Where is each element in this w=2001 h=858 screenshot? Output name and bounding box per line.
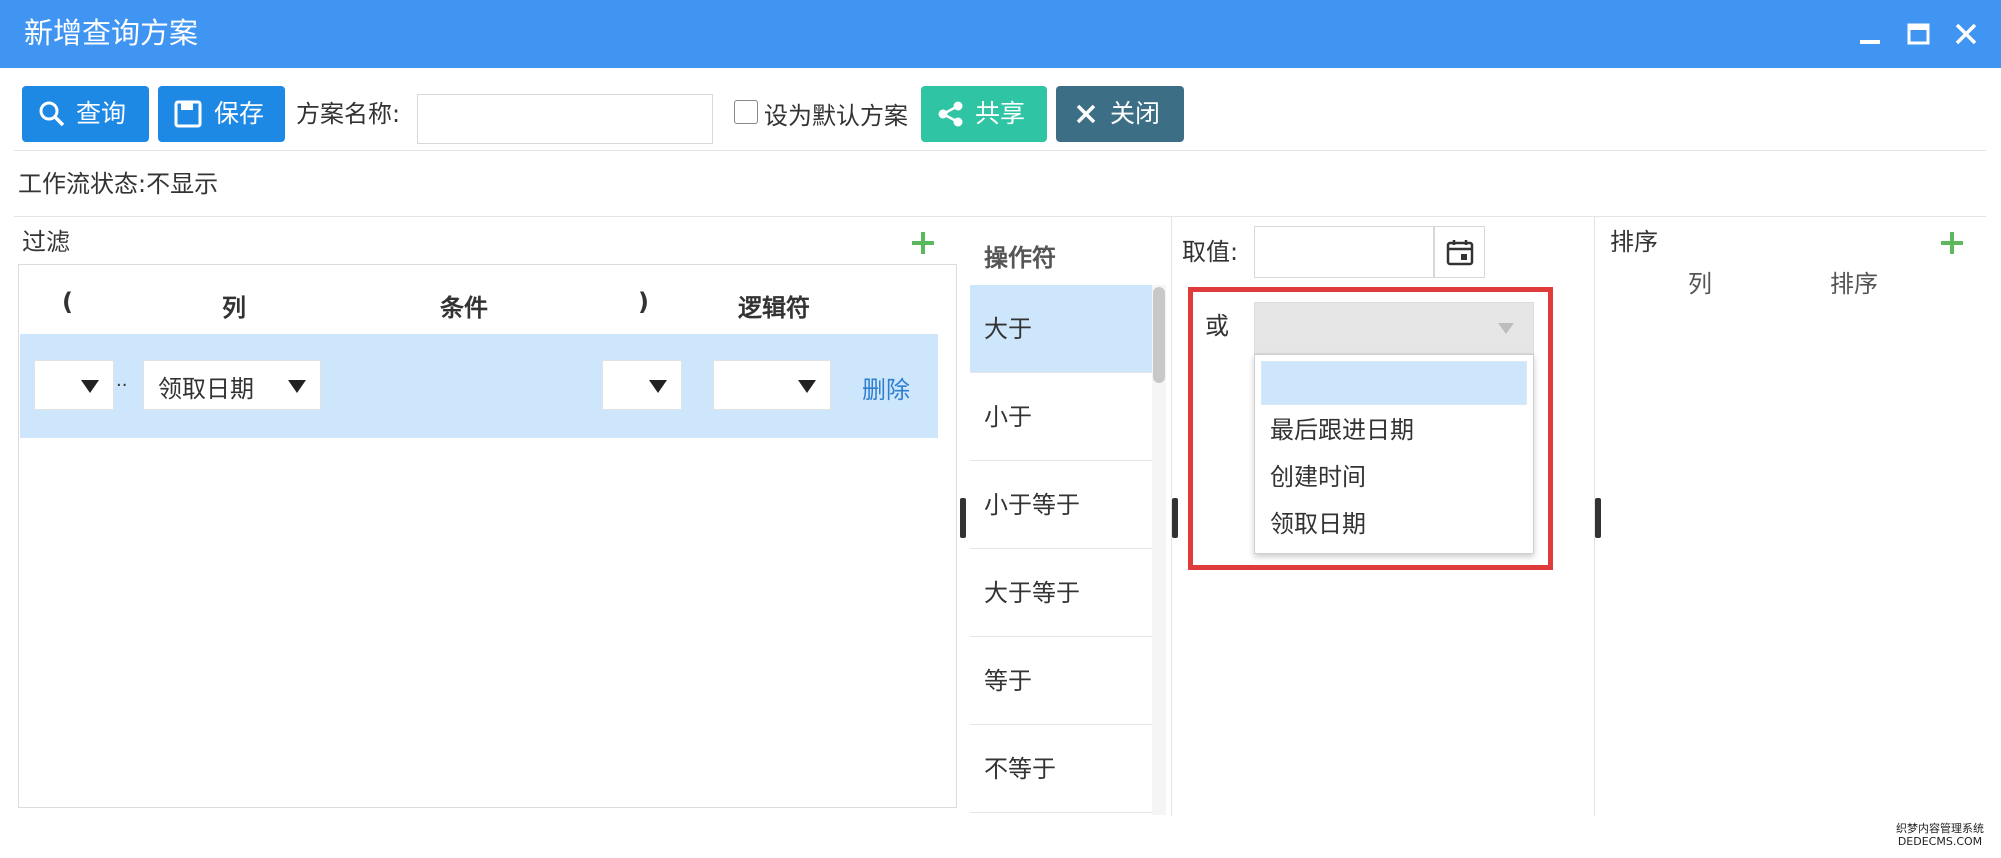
sort-header-column: 列 (1688, 270, 1712, 298)
chevron-down-icon (649, 380, 667, 393)
chevron-down-icon (1498, 323, 1514, 334)
filter-header-open-paren: ( (62, 288, 73, 316)
filter-header-logic: 逻辑符 (738, 294, 810, 322)
splitter-handle[interactable] (960, 498, 966, 538)
scrollbar-thumb[interactable] (1153, 287, 1165, 383)
close-icon (1076, 104, 1096, 124)
window-title: 新增查询方案 (24, 16, 199, 50)
open-paren-select[interactable] (34, 360, 114, 410)
scheme-name-label: 方案名称: (296, 100, 401, 128)
condition-ellipsis: .. (116, 370, 128, 391)
operator-item-less-equal[interactable]: 小于等于 (970, 461, 1152, 549)
sort-header-order: 排序 (1830, 270, 1878, 298)
or-label: 或 (1205, 312, 1229, 340)
chevron-down-icon (81, 380, 99, 393)
filter-header-column: 列 (222, 294, 246, 322)
query-label: 查询 (76, 99, 127, 128)
minimize-icon (1860, 40, 1880, 44)
splitter-handle[interactable] (1172, 498, 1178, 538)
toolbar-divider (14, 150, 1986, 151)
operator-item-not-equal[interactable]: 不等于 (970, 725, 1152, 813)
default-scheme-checkbox[interactable] (734, 100, 758, 124)
filter-header-close-paren: ) (638, 288, 649, 316)
operator-item-equal[interactable]: 等于 (970, 637, 1152, 725)
filter-title: 过滤 (22, 228, 70, 256)
value-label: 取值: (1182, 238, 1239, 266)
or-field-select[interactable] (1254, 302, 1534, 354)
scheme-name-input[interactable] (417, 94, 713, 144)
watermark: 织梦内容管理系统 DEDECMS.COM (1896, 822, 1984, 848)
close-icon (1955, 23, 1977, 45)
filter-header-condition: 条件 (440, 294, 488, 322)
save-label: 保存 (214, 99, 265, 128)
search-icon (39, 101, 65, 127)
add-sort-icon[interactable] (1940, 231, 1964, 255)
default-scheme-label: 设为默认方案 (764, 102, 908, 130)
sort-title: 排序 (1610, 228, 1658, 256)
operator-header: 操作符 (984, 244, 1056, 272)
share-button[interactable]: 共享 (921, 86, 1047, 142)
minimize-button[interactable] (1854, 18, 1886, 50)
dropdown-option-claim-date[interactable]: 领取日期 (1270, 508, 1366, 540)
workflow-status: 工作流状态:不显示 (18, 170, 219, 198)
calendar-icon (1446, 240, 1474, 266)
close-label: 关闭 (1110, 99, 1161, 128)
save-button[interactable]: 保存 (158, 86, 285, 142)
save-icon (174, 100, 202, 128)
maximize-icon (1907, 23, 1930, 45)
operator-item-greater-equal[interactable]: 大于等于 (970, 549, 1152, 637)
share-icon (938, 101, 963, 127)
date-picker-button[interactable] (1434, 226, 1485, 278)
dropdown-option-empty[interactable] (1261, 361, 1527, 405)
maximize-button[interactable] (1902, 18, 1934, 50)
close-paren-select[interactable] (602, 360, 682, 410)
logic-select[interactable] (713, 360, 831, 410)
splitter-handle[interactable] (1595, 498, 1601, 538)
query-button[interactable]: 查询 (22, 86, 149, 142)
section-divider (14, 216, 1986, 217)
operator-item-greater[interactable]: 大于 (970, 285, 1152, 373)
share-label: 共享 (975, 99, 1026, 128)
chevron-down-icon (798, 380, 816, 393)
window-titlebar (0, 0, 2001, 68)
dropdown-option-created-time[interactable]: 创建时间 (1270, 461, 1366, 493)
value-input[interactable] (1254, 226, 1434, 278)
column-select[interactable]: 领取日期 (143, 360, 321, 410)
chevron-down-icon (288, 380, 306, 393)
close-button[interactable]: 关闭 (1056, 86, 1184, 142)
dropdown-option-last-followup[interactable]: 最后跟进日期 (1270, 414, 1414, 446)
delete-link[interactable]: 删除 (862, 370, 910, 405)
close-window-button[interactable] (1950, 18, 1982, 50)
column-select-value: 领取日期 (158, 375, 254, 403)
operator-item-less[interactable]: 小于 (970, 373, 1152, 461)
add-filter-icon[interactable] (911, 231, 935, 255)
operator-scrollbar[interactable] (1152, 285, 1166, 815)
